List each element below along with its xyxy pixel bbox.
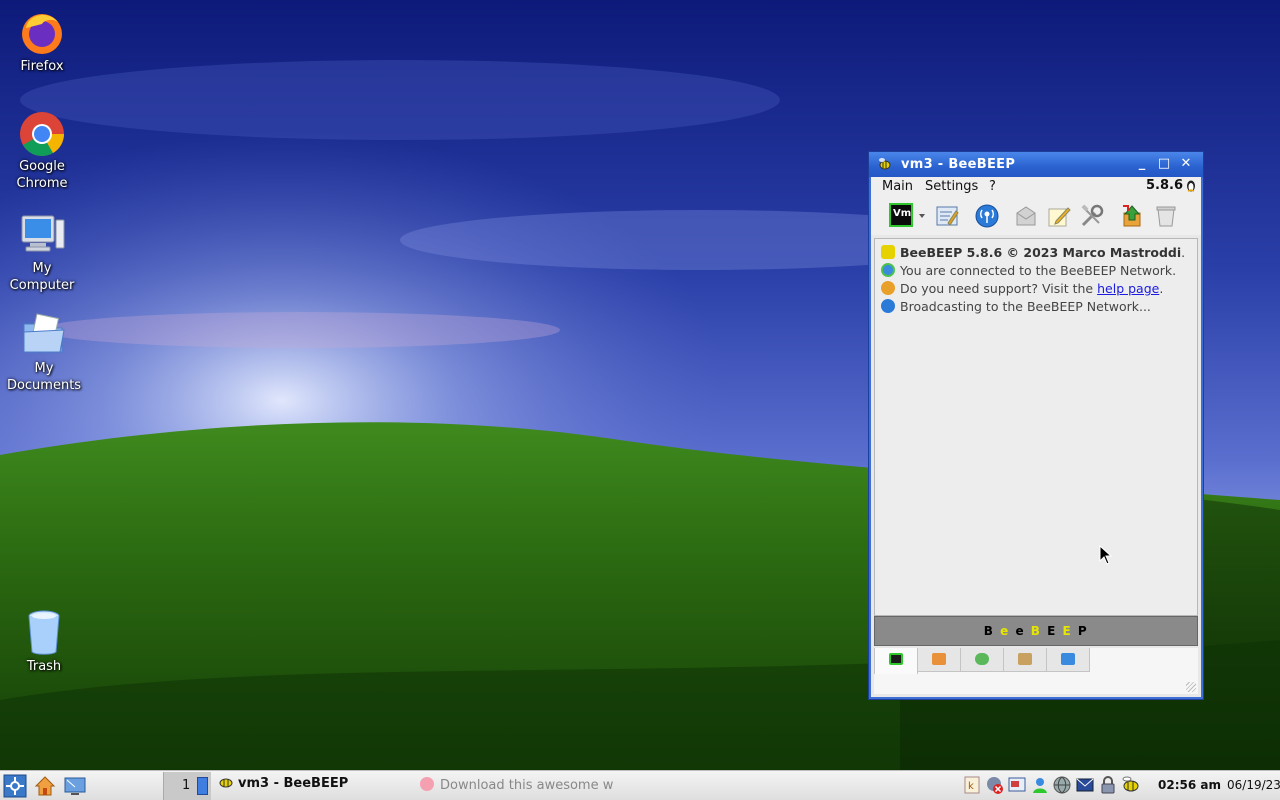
taskbar-item-label: vm3 - BeeBEEP [238,776,349,791]
firefox-icon [18,8,66,56]
date[interactable]: 06/19/23 [1227,778,1280,792]
chrome-icon [18,108,66,156]
desktop-icon-label: My [34,361,54,376]
support-icon [881,281,895,295]
menu-help[interactable]: ? [989,179,996,194]
start-menu-button[interactable] [3,774,27,798]
tab-home[interactable] [874,648,918,674]
chat-tab-icon [975,653,989,665]
desktop-icon-label: Chrome [16,176,68,191]
taskbar-item-firefox[interactable]: Download this awesome w [420,777,613,793]
workspace-indicator [197,777,208,795]
desktop-icon-label: Computer [9,278,75,293]
maximize-button[interactable]: □ [1155,156,1173,173]
desktop-icon-label: My [32,261,52,276]
brand-letter: e [1000,624,1010,638]
menu-settings[interactable]: Settings [925,179,978,194]
clock[interactable]: 02:56 am [1158,778,1221,792]
desktop-icon-label: Google [19,159,65,174]
toolbar: Vm [871,197,1201,235]
trash-toolbar-icon[interactable] [1153,203,1179,229]
trash-icon [20,608,68,656]
window-titlebar[interactable]: vm3 - BeeBEEP _ □ ✕ [869,152,1203,177]
desktop-icon-label: Trash [26,659,62,674]
close-button[interactable]: ✕ [1177,156,1195,173]
desktop-icon-trash[interactable]: Trash [2,608,86,675]
svg-text:k: k [968,781,974,792]
tab-chats[interactable] [960,648,1004,672]
broadcast-icon[interactable] [974,203,1000,229]
show-desktop-button[interactable] [63,774,87,798]
linux-penguin-icon [1186,179,1196,195]
brand-letter: B [983,624,995,638]
version-label: 5.8.6 [1145,178,1183,193]
firefox-taskbar-icon [420,777,434,791]
desktop-icon-google-chrome[interactable]: Google Chrome [0,108,84,192]
home-tab-icon [889,653,903,665]
vm-status-icon[interactable]: Vm [889,203,913,227]
brand-letter: E [1047,624,1057,638]
tab-users[interactable] [917,648,961,672]
mail-icon[interactable] [1013,203,1039,229]
beebeep-tray-icon[interactable] [1121,775,1141,795]
log-line-broadcasting: Broadcasting to the BeeBEEP Network... [881,299,1151,317]
tab-groups[interactable] [1003,648,1047,672]
log-line-support: Do you need support? Visit the help page… [881,281,1163,299]
brand-letter: B [1030,624,1042,638]
log-line-copyright: BeeBEEP 5.8.6 © 2023 Marco Mastroddi. [881,245,1185,263]
workspace-number: 1 [182,778,191,793]
taskbar: 1 vm3 - BeeBEEP Download this awesome w … [0,770,1280,800]
beebeep-window[interactable]: vm3 - BeeBEEP _ □ ✕ Main Settings ? 5.8.… [869,152,1203,699]
bee-app-icon [878,157,892,171]
brand-letter: e [1015,624,1026,638]
lock-screen-icon[interactable] [1098,775,1118,795]
user-status-icon[interactable] [1030,775,1050,795]
bee-icon [881,245,895,259]
chat-log[interactable]: BeeBEEP 5.8.6 © 2023 Marco Mastroddi. Yo… [874,238,1198,616]
menubar: Main Settings ? 5.8.6 [871,177,1201,197]
home-folder-button[interactable] [33,774,57,798]
desktop-icon-firefox[interactable]: Firefox [0,8,84,75]
bee-taskbar-icon [218,775,234,789]
log-line-connected: You are connected to the BeeBEEP Network… [881,263,1176,281]
brand-letter: E [1062,624,1073,638]
bottom-tabs [874,648,1198,694]
desktop-icon-my-computer[interactable]: My Computer [0,210,84,294]
documents-folder-icon [20,310,68,358]
user-badge: Vm [893,208,912,219]
mail-tray-icon[interactable] [1075,775,1095,795]
keyboard-layout-icon[interactable]: k [962,775,982,795]
shares-tab-icon [1061,653,1075,665]
desktop-icon-my-documents[interactable]: My Documents [2,310,86,394]
broadcast-small-icon [881,299,895,313]
network-icon [881,263,895,277]
menu-main[interactable]: Main [882,179,913,194]
dropdown-arrow-icon[interactable] [917,203,927,229]
computer-icon [18,210,66,258]
desktop-icon-label: Firefox [20,59,64,74]
network-disconnected-icon[interactable] [985,775,1005,795]
beebeep-brand-bar: B e e B E E P [874,616,1198,646]
note-pencil-icon[interactable] [1046,203,1072,229]
minimize-button[interactable]: _ [1133,156,1151,173]
taskbar-item-label: Download this awesome w [440,778,614,793]
edit-profile-icon[interactable] [934,203,960,229]
mouse-cursor-icon [1099,544,1113,565]
tab-shares[interactable] [1046,648,1090,672]
desktop-icon-label: Documents [6,378,82,393]
window-title: vm3 - BeeBEEP [901,157,1016,172]
tools-icon[interactable] [1079,203,1105,229]
resize-grip[interactable] [1186,682,1196,692]
groups-tab-icon [1018,653,1032,665]
help-page-link[interactable]: help page [1097,281,1159,296]
workspace-switcher[interactable]: 1 [163,772,211,800]
globe-icon[interactable] [1052,775,1072,795]
brand-letter: P [1077,624,1089,638]
display-settings-icon[interactable] [1007,775,1027,795]
copyright-text: BeeBEEP 5.8.6 © 2023 Marco Mastroddi [900,245,1182,260]
update-icon[interactable] [1119,203,1145,229]
users-tab-icon [932,653,946,665]
taskbar-item-beebeep[interactable]: vm3 - BeeBEEP [218,775,348,797]
